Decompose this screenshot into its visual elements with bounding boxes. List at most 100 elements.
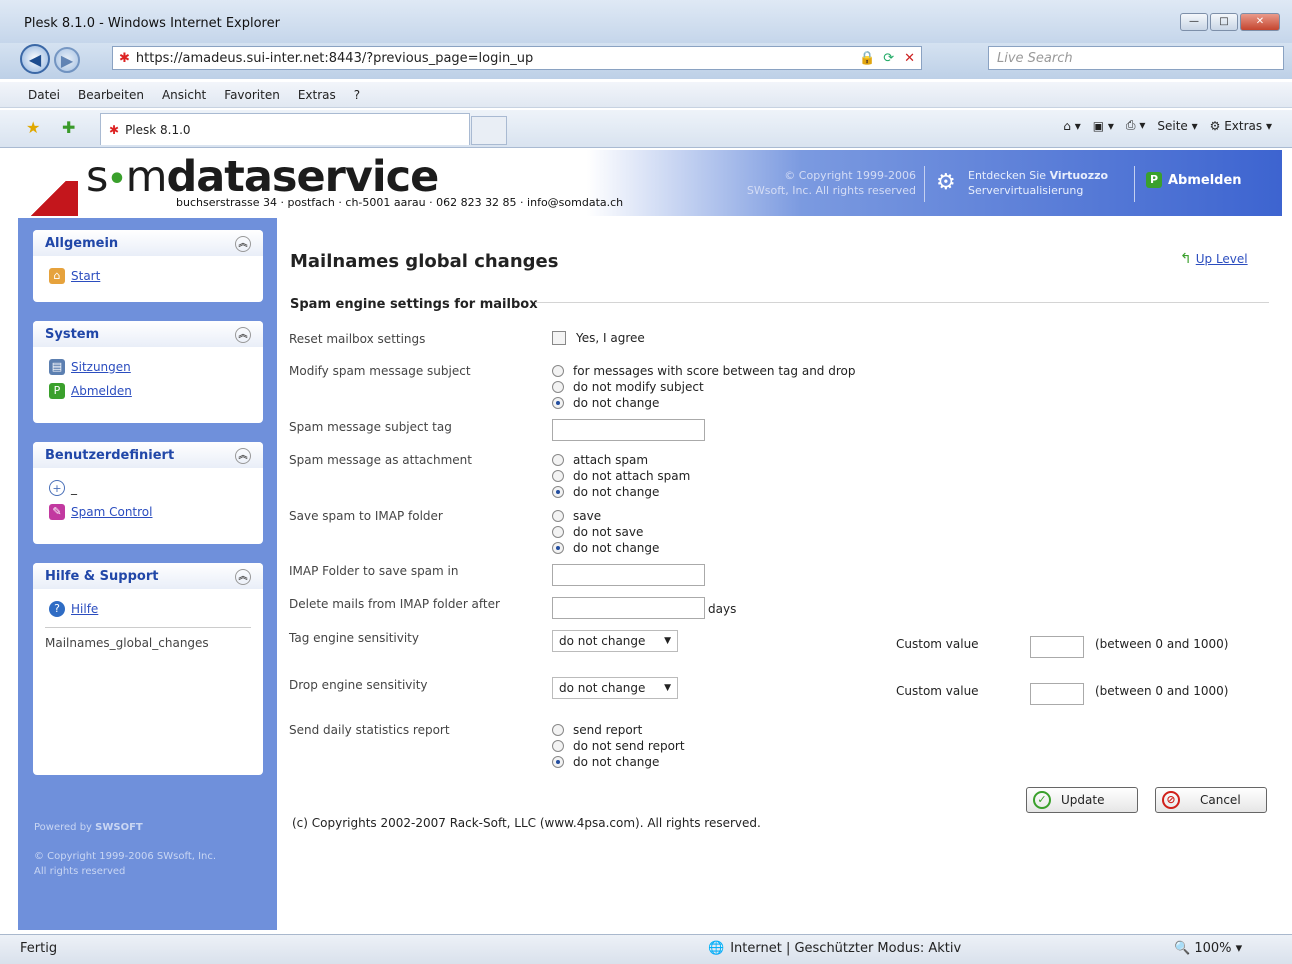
address-bar[interactable]: ✱ https://amadeus.sui-inter.net:8443/?pr… bbox=[112, 46, 922, 70]
zoom-control[interactable]: 🔍 100% ▾ bbox=[1174, 941, 1242, 956]
group-title: Allgemein bbox=[45, 236, 119, 251]
logout-icon: P bbox=[1146, 172, 1162, 188]
radio-option[interactable]: do not change bbox=[552, 754, 685, 770]
delete-days-input[interactable] bbox=[552, 597, 705, 619]
collapse-icon[interactable]: ︽ bbox=[235, 327, 251, 343]
page-menu[interactable]: Seite ▾ bbox=[1157, 119, 1197, 133]
url-text: https://amadeus.sui-inter.net:8443/?prev… bbox=[135, 50, 534, 66]
subject-tag-input[interactable] bbox=[552, 419, 705, 441]
radio-option[interactable]: do not change bbox=[552, 395, 855, 411]
radio-option[interactable]: do not attach spam bbox=[552, 468, 690, 484]
help-context: Mailnames_global_changes bbox=[45, 627, 251, 650]
sidebar-item-hilfe[interactable]: ? Hilfe bbox=[33, 597, 263, 621]
drop-sensitivity-select[interactable]: do not change ▼ bbox=[552, 677, 678, 699]
tab-plesk[interactable]: ✱ Plesk 8.1.0 bbox=[100, 113, 470, 145]
tag-sensitivity-label: Tag engine sensitivity bbox=[289, 631, 419, 645]
help-icon: ? bbox=[49, 601, 65, 617]
logout-icon: P bbox=[49, 383, 65, 399]
collapse-icon[interactable]: ︽ bbox=[235, 448, 251, 464]
tag-custom-value-input[interactable] bbox=[1030, 636, 1084, 658]
search-input[interactable]: Live Search bbox=[988, 46, 1284, 70]
command-bar: ⌂ ▾ ▣ ▾ ⎙ ▾ Seite ▾ ⚙ Extras ▾ bbox=[1063, 118, 1272, 133]
sidebar-item-start[interactable]: ⌂ Start bbox=[33, 264, 263, 288]
radio-option[interactable]: do not change bbox=[552, 484, 690, 500]
menu-bearbeiten[interactable]: Bearbeiten bbox=[78, 88, 144, 102]
window-controls: — □ ✕ bbox=[1180, 13, 1280, 31]
radio-button[interactable] bbox=[552, 397, 564, 409]
sidebar-item-spam-control[interactable]: ✎ Spam Control bbox=[33, 500, 263, 524]
radio-button[interactable] bbox=[552, 740, 564, 752]
back-button[interactable]: ◀ bbox=[20, 44, 50, 74]
radio-option[interactable]: send report bbox=[552, 722, 685, 738]
sidebar-item-sitzungen[interactable]: ▤ Sitzungen bbox=[33, 355, 263, 379]
logout-button[interactable]: P Abmelden bbox=[1146, 172, 1242, 188]
menu-ansicht[interactable]: Ansicht bbox=[162, 88, 206, 102]
add-favorite-icon[interactable]: ✚ bbox=[62, 118, 75, 137]
radio-button[interactable] bbox=[552, 756, 564, 768]
forward-button[interactable]: ▶ bbox=[54, 47, 80, 73]
radio-button[interactable] bbox=[552, 381, 564, 393]
radio-button[interactable] bbox=[552, 542, 564, 554]
tag-sensitivity-select[interactable]: do not change ▼ bbox=[552, 630, 678, 652]
imap-folder-input[interactable] bbox=[552, 564, 705, 586]
tools-menu[interactable]: ⚙ Extras ▾ bbox=[1210, 119, 1272, 133]
days-unit: days bbox=[708, 602, 737, 616]
minimize-button[interactable]: — bbox=[1180, 13, 1208, 31]
virtuozzo-promo[interactable]: Entdecken Sie Virtuozzo Servervirtualisie… bbox=[968, 168, 1108, 198]
globe-icon: 🌐 bbox=[708, 941, 725, 956]
group-title: Benutzerdefiniert bbox=[45, 448, 175, 463]
radio-option[interactable]: for messages with score between tag and … bbox=[552, 363, 855, 379]
radio-button[interactable] bbox=[552, 454, 564, 466]
collapse-icon[interactable]: ︽ bbox=[235, 236, 251, 252]
drop-custom-value-input[interactable] bbox=[1030, 683, 1084, 705]
group-title: System bbox=[45, 327, 100, 342]
delete-label: Delete mails from IMAP folder after bbox=[289, 597, 500, 611]
radio-option[interactable]: do not send report bbox=[552, 738, 685, 754]
section-divider bbox=[535, 302, 1269, 303]
menu-datei[interactable]: Datei bbox=[28, 88, 60, 102]
radio-button[interactable] bbox=[552, 486, 564, 498]
close-window-button[interactable]: ✕ bbox=[1240, 13, 1280, 31]
new-tab-button[interactable] bbox=[471, 116, 507, 145]
radio-option[interactable]: do not change bbox=[552, 540, 659, 556]
refresh-icon[interactable]: ⟳ bbox=[883, 51, 894, 66]
radio-option[interactable]: do not save bbox=[552, 524, 659, 540]
dropdown-arrow-icon: ▼ bbox=[664, 636, 671, 646]
cancel-button[interactable]: ⊘ Cancel bbox=[1155, 787, 1267, 813]
up-level-link[interactable]: ↰ Up Level bbox=[1180, 251, 1248, 267]
home-icon[interactable]: ⌂ ▾ bbox=[1063, 119, 1080, 133]
update-button[interactable]: ✓ Update bbox=[1026, 787, 1138, 813]
print-icon[interactable]: ⎙ ▾ bbox=[1126, 118, 1145, 133]
radio-button[interactable] bbox=[552, 526, 564, 538]
collapse-icon[interactable]: ︽ bbox=[235, 569, 251, 585]
reset-checkbox-row[interactable]: Yes, I agree bbox=[552, 331, 645, 345]
reset-checkbox[interactable] bbox=[552, 331, 566, 345]
tag-label: Spam message subject tag bbox=[289, 420, 452, 434]
radio-option[interactable]: do not modify subject bbox=[552, 379, 855, 395]
window-title: Plesk 8.1.0 - Windows Internet Explorer bbox=[24, 16, 280, 31]
radio-option[interactable]: attach spam bbox=[552, 452, 690, 468]
radio-option[interactable]: save bbox=[552, 508, 659, 524]
spam-control-icon: ✎ bbox=[49, 504, 65, 520]
radio-button[interactable] bbox=[552, 724, 564, 736]
security-zone[interactable]: 🌐 Internet | Geschützter Modus: Aktiv bbox=[708, 941, 961, 956]
custom-button-icon: + bbox=[49, 480, 65, 496]
menu-extras[interactable]: Extras bbox=[298, 88, 336, 102]
stop-icon[interactable]: ✕ bbox=[904, 51, 915, 66]
menu-favoriten[interactable]: Favoriten bbox=[224, 88, 280, 102]
status-bar: Fertig 🌐 Internet | Geschützter Modus: Ak… bbox=[0, 934, 1292, 964]
sidebar-item-custom[interactable]: + _ bbox=[33, 476, 263, 500]
page-title: Mailnames global changes bbox=[290, 251, 559, 272]
custom-value-label: Custom value bbox=[896, 684, 979, 698]
favorites-star-icon[interactable]: ★ bbox=[26, 118, 40, 137]
radio-button[interactable] bbox=[552, 365, 564, 377]
feeds-icon[interactable]: ▣ ▾ bbox=[1093, 119, 1114, 133]
menu-help[interactable]: ? bbox=[354, 88, 360, 102]
maximize-button[interactable]: □ bbox=[1210, 13, 1238, 31]
sidebar-group-hilfe: Hilfe & Support ︽ ? Hilfe Mailnames_global… bbox=[33, 563, 263, 775]
sidebar-group-system: System ︽ ▤ Sitzungen P Abmelden bbox=[33, 321, 263, 423]
sidebar-item-abmelden[interactable]: P Abmelden bbox=[33, 379, 263, 403]
attach-label: Spam message as attachment bbox=[289, 453, 472, 467]
radio-button[interactable] bbox=[552, 470, 564, 482]
radio-button[interactable] bbox=[552, 510, 564, 522]
